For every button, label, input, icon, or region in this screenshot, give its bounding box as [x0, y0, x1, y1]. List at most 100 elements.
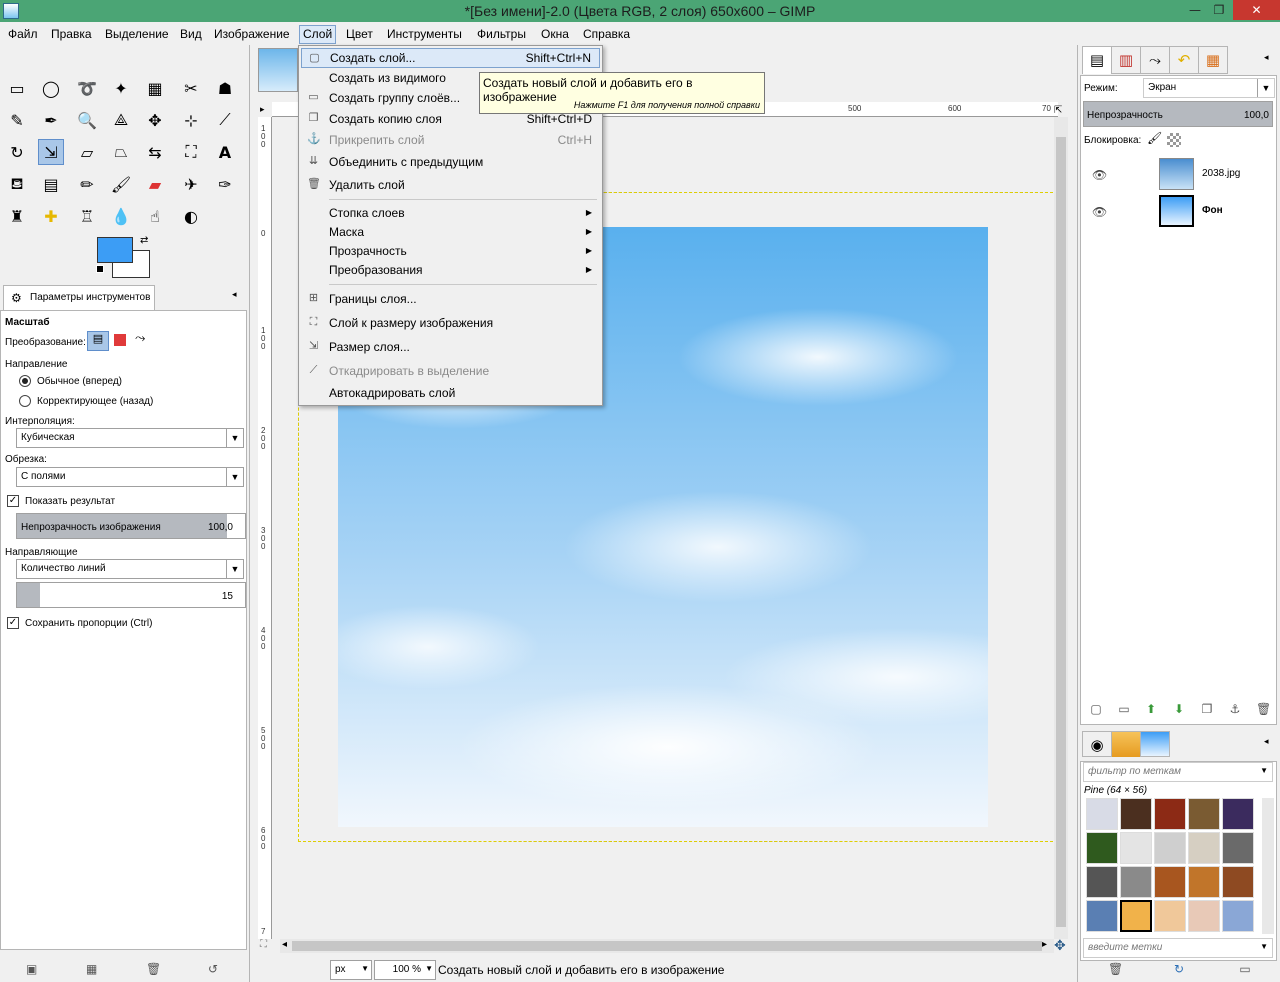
- delete-tool-preset-icon[interactable]: 🗑: [146, 962, 161, 976]
- pattern-swatch-selected[interactable]: [1120, 900, 1152, 932]
- patterns-scrollbar[interactable]: [1262, 798, 1274, 934]
- crop-tool-icon[interactable]: ⟋: [212, 107, 238, 133]
- menu-item-transform[interactable]: Преобразования ▶: [301, 260, 600, 280]
- image-opacity-slider[interactable]: Непрозрачность изображения 100,0: [16, 513, 246, 539]
- heal-icon[interactable]: ✚: [38, 203, 64, 229]
- menu-item-new-layer[interactable]: ▢ Создать слой... Shift+Ctrl+N: [301, 48, 600, 68]
- transform-path-icon[interactable]: ⤳: [135, 331, 145, 346]
- pattern-swatch[interactable]: [1120, 866, 1152, 898]
- dock-menu-icon[interactable]: ◂: [1264, 737, 1269, 747]
- pattern-swatch[interactable]: [1154, 866, 1186, 898]
- interpolation-select[interactable]: Кубическая ▼: [16, 428, 244, 448]
- delete-layer-icon[interactable]: 🗑: [1256, 702, 1271, 716]
- quick-mask-toggle-icon[interactable]: ▸: [260, 105, 265, 115]
- layer-opacity-slider[interactable]: Непрозрачность 100,0: [1083, 101, 1273, 127]
- pattern-swatch[interactable]: [1222, 900, 1254, 932]
- image-tab-thumbnail[interactable]: [258, 48, 298, 92]
- guide-lines-slider[interactable]: 15: [16, 582, 246, 608]
- menu-item-layer-to-image-size[interactable]: ⛶ Слой к размеру изображения: [301, 313, 600, 333]
- minimize-button[interactable]: —: [1183, 0, 1207, 20]
- pattern-filter-input[interactable]: фильтр по меткам ▼: [1083, 762, 1273, 782]
- menu-file[interactable]: Файл: [4, 25, 42, 44]
- pattern-swatch[interactable]: [1086, 866, 1118, 898]
- perspective-clone-icon[interactable]: ♖: [74, 203, 100, 229]
- paths-tab[interactable]: ⤳: [1140, 46, 1170, 74]
- brushes-tab[interactable]: ◉: [1082, 731, 1112, 757]
- eye-icon[interactable]: 👁: [1092, 168, 1107, 182]
- menu-item-transparency[interactable]: Прозрачность ▶: [301, 241, 600, 261]
- open-pattern-folder-icon[interactable]: ▭: [1238, 962, 1252, 976]
- paintbrush-icon[interactable]: 🖌: [108, 171, 134, 197]
- pattern-swatch[interactable]: [1154, 798, 1186, 830]
- gradients-tab[interactable]: [1140, 731, 1170, 757]
- pattern-swatch[interactable]: [1154, 832, 1186, 864]
- pattern-swatch[interactable]: [1120, 832, 1152, 864]
- color-picker-icon[interactable]: ✒: [38, 107, 64, 133]
- pattern-swatch[interactable]: [1188, 866, 1220, 898]
- raise-layer-icon[interactable]: ⬆: [1144, 702, 1158, 716]
- vertical-scrollbar[interactable]: [1054, 117, 1068, 939]
- reset-tool-options-icon[interactable]: ↺: [208, 962, 222, 976]
- delete-pattern-icon[interactable]: 🗑: [1108, 962, 1123, 976]
- menu-select[interactable]: Выделение: [101, 25, 173, 44]
- keep-aspect-checkbox[interactable]: ✓: [7, 617, 19, 629]
- menu-item-stack[interactable]: Стопка слоев ▶: [301, 203, 600, 223]
- shear-icon[interactable]: ▱: [74, 139, 100, 165]
- zoom-navigate-icon[interactable]: ⇱: [1054, 105, 1062, 116]
- pattern-swatch[interactable]: [1222, 798, 1254, 830]
- scissors-icon[interactable]: ✂: [178, 75, 204, 101]
- layer-row[interactable]: 👁 2038.jpg: [1084, 156, 1274, 194]
- ellipse-select-icon[interactable]: ◯: [38, 75, 64, 101]
- pattern-swatch[interactable]: [1154, 900, 1186, 932]
- navigate-icon[interactable]: ✥: [1054, 938, 1066, 954]
- scale-icon[interactable]: ⇲: [38, 139, 64, 165]
- layers-tab[interactable]: ▤: [1082, 46, 1112, 74]
- lasso-icon[interactable]: ➰: [74, 75, 100, 101]
- menu-item-layer-boundary-size[interactable]: ⊞ Границы слоя...: [301, 289, 600, 309]
- select-by-color-icon[interactable]: ▦: [142, 75, 168, 101]
- lower-layer-icon[interactable]: ⬇: [1172, 702, 1186, 716]
- transform-selection-icon[interactable]: [114, 334, 126, 346]
- bucket-fill-icon[interactable]: ⛾: [4, 171, 30, 197]
- pencil-icon[interactable]: ✏: [74, 171, 100, 197]
- layer-mode-select[interactable]: Экран ▼: [1143, 78, 1275, 98]
- menu-color[interactable]: Цвет: [342, 25, 377, 44]
- blend-icon[interactable]: ▤: [38, 171, 64, 197]
- swap-colors-icon[interactable]: ⇄: [140, 235, 148, 246]
- tool-options-tab[interactable]: ⚙ Параметры инструментов: [3, 285, 155, 310]
- undo-history-tab[interactable]: ↶: [1169, 46, 1199, 74]
- restore-tool-preset-icon[interactable]: ▦: [86, 962, 100, 976]
- pattern-swatch[interactable]: [1188, 900, 1220, 932]
- menu-item-delete-layer[interactable]: 🗑 Удалить слой: [301, 175, 600, 195]
- horizontal-scroll-thumb[interactable]: [292, 941, 1042, 951]
- measure-icon[interactable]: ⟁: [108, 107, 134, 133]
- tab-menu-icon[interactable]: ◂: [232, 290, 237, 300]
- paths-icon[interactable]: ✎: [4, 107, 30, 133]
- text-tool-icon[interactable]: A: [212, 139, 238, 165]
- patterns-tab[interactable]: [1111, 731, 1141, 757]
- blur-icon[interactable]: 💧: [108, 203, 134, 229]
- guides-select[interactable]: Количество линий ▼: [16, 559, 244, 579]
- menu-windows[interactable]: Окна: [537, 25, 573, 44]
- vertical-scroll-thumb[interactable]: [1056, 137, 1066, 927]
- dodge-burn-icon[interactable]: ◐: [178, 203, 204, 229]
- zoom-select[interactable]: 100 % ▼: [374, 960, 436, 980]
- pattern-tags-input[interactable]: введите метки ▼: [1083, 938, 1273, 958]
- lock-alpha-icon[interactable]: [1167, 133, 1181, 147]
- foreground-select-icon[interactable]: ☗: [212, 75, 238, 101]
- airbrush-icon[interactable]: ✈: [178, 171, 204, 197]
- fuzzy-select-icon[interactable]: ✦: [108, 75, 134, 101]
- refresh-patterns-icon[interactable]: ↻: [1172, 962, 1186, 976]
- dock-menu-icon[interactable]: ◂: [1264, 53, 1269, 63]
- flip-icon[interactable]: ⇆: [142, 139, 168, 165]
- menu-help[interactable]: Справка: [579, 25, 634, 44]
- menu-tools[interactable]: Инструменты: [383, 25, 466, 44]
- duplicate-layer-icon[interactable]: ❐: [1200, 702, 1214, 716]
- save-tool-preset-icon[interactable]: ▣: [26, 962, 40, 976]
- transform-layer-icon[interactable]: ▤: [87, 331, 109, 351]
- menu-layer[interactable]: Слой: [299, 25, 337, 44]
- menu-image[interactable]: Изображение: [210, 25, 294, 44]
- menu-edit[interactable]: Правка: [47, 25, 96, 44]
- menu-item-autocrop-layer[interactable]: Автокадрировать слой: [301, 383, 600, 403]
- pattern-swatch[interactable]: [1188, 832, 1220, 864]
